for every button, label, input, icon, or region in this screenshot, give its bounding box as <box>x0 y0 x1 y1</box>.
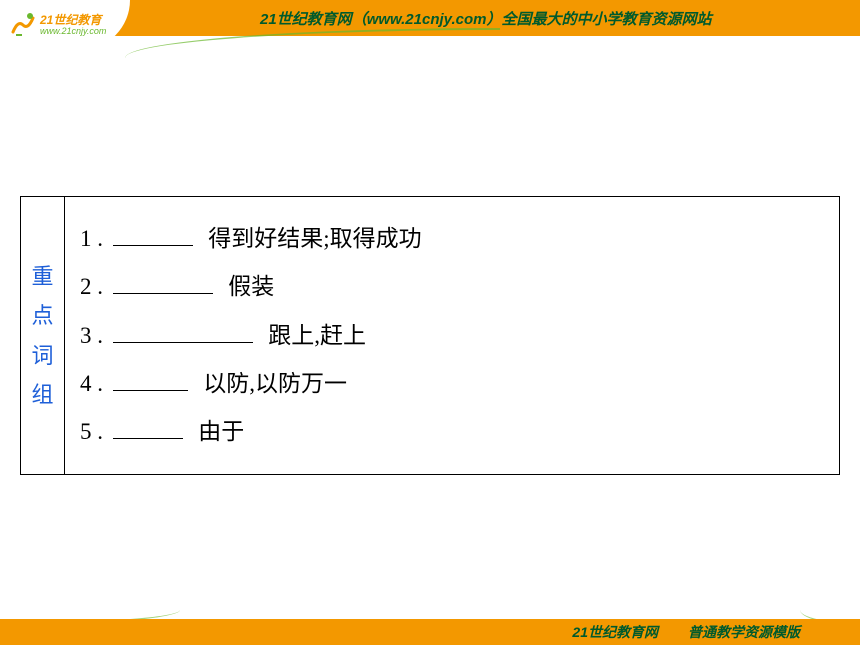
logo-cn: 21世纪教育 <box>40 14 106 26</box>
vocab-item: 1 . 得到好结果;取得成功 <box>80 215 824 263</box>
item-number: 2 . <box>80 274 103 299</box>
item-number: 3 . <box>80 323 103 348</box>
footer-template: 普通教学资源模版 <box>688 624 800 640</box>
tagline-text: 全国最大的中小学教育资源网站 <box>501 11 711 28</box>
header-bar: 21世纪教育 www.21cnjy.com 21世纪教育网（www.21cnjy… <box>0 0 860 36</box>
footer-bar: 21世纪教育网 普通教学资源模版 <box>0 619 860 645</box>
footer-text: 21世纪教育网 普通教学资源模版 <box>572 622 800 642</box>
vocab-table: 重 点 词 组 1 . 得到好结果;取得成功 2 . 假装 3 . 跟上,赶上 … <box>20 196 840 475</box>
heading-char: 点 <box>31 296 53 336</box>
logo-icon <box>8 10 38 40</box>
item-number: 5 . <box>80 419 103 444</box>
logo-text: 21世纪教育 www.21cnjy.com <box>40 14 106 37</box>
heading-char: 重 <box>31 257 53 297</box>
vocab-item: 3 . 跟上,赶上 <box>80 312 824 360</box>
fill-blank[interactable] <box>113 412 183 440</box>
fill-blank[interactable] <box>113 218 193 246</box>
header-tagline: 21世纪教育网（www.21cnjy.com）全国最大的中小学教育资源网站 <box>260 8 711 29</box>
heading-char: 组 <box>31 375 53 415</box>
table-content-column: 1 . 得到好结果;取得成功 2 . 假装 3 . 跟上,赶上 4 . 以防,以… <box>65 197 839 474</box>
footer-brand: 21世纪教育网 <box>572 624 658 640</box>
item-definition: 跟上,赶上 <box>268 323 366 348</box>
fill-blank[interactable] <box>113 363 188 391</box>
header-curve <box>125 28 500 58</box>
vocab-item: 2 . 假装 <box>80 263 824 311</box>
item-number: 1 . <box>80 226 103 251</box>
content-area: 重 点 词 组 1 . 得到好结果;取得成功 2 . 假装 3 . 跟上,赶上 … <box>0 36 860 475</box>
table-heading: 重 点 词 组 <box>31 257 53 415</box>
vocab-item: 5 . 由于 <box>80 408 824 456</box>
item-definition: 由于 <box>198 419 244 444</box>
item-definition: 以防,以防万一 <box>203 371 347 396</box>
vocab-item: 4 . 以防,以防万一 <box>80 360 824 408</box>
item-definition: 假装 <box>228 274 274 299</box>
heading-char: 词 <box>31 336 53 376</box>
fill-blank[interactable] <box>113 267 213 295</box>
brand-url: （www.21cnjy.com） <box>352 11 502 28</box>
brand-text: 21世纪教育网 <box>260 11 352 28</box>
table-heading-column: 重 点 词 组 <box>21 197 65 474</box>
item-definition: 得到好结果;取得成功 <box>208 226 421 251</box>
item-number: 4 . <box>80 371 103 396</box>
fill-blank[interactable] <box>113 315 253 343</box>
logo-url: www.21cnjy.com <box>40 26 106 37</box>
